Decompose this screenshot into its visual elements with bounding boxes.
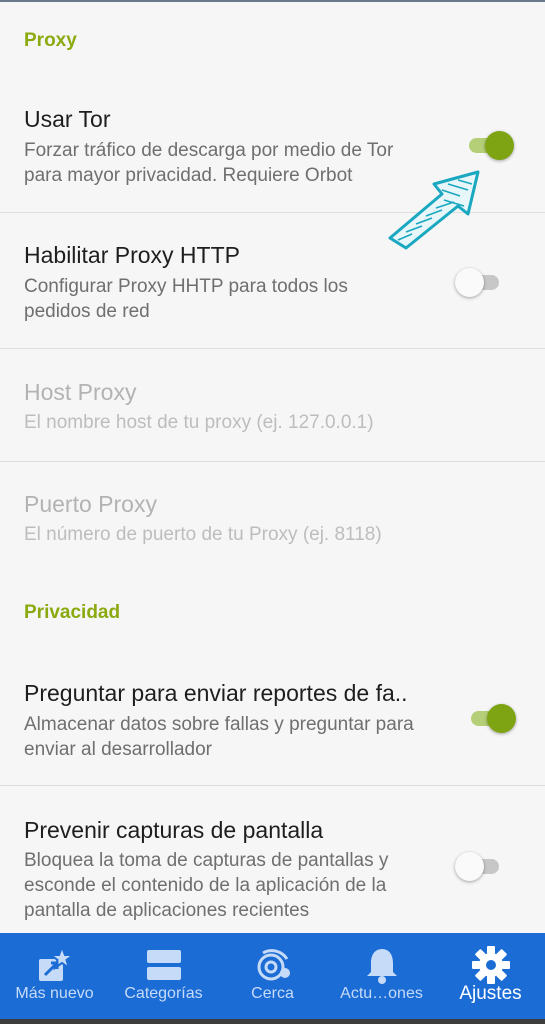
pref-summary: El nombre host de tu proxy (ej. 127.0.0.… [24, 412, 374, 433]
pref-title: Habilitar Proxy HTTP [24, 242, 240, 268]
pref-summary: Almacenar datos sobre fallas y preguntar… [24, 714, 414, 760]
nav-item-latest[interactable]: Más nuevo [0, 933, 109, 1019]
prevent-screenshots-toggle[interactable] [455, 850, 505, 882]
pref-crash-reports[interactable]: Preguntar para enviar reportes de fa.. A… [0, 660, 545, 785]
use-tor-toggle[interactable] [465, 129, 515, 161]
gear-icon [471, 946, 510, 984]
pref-summary: Forzar tráfico de descarga por medio de … [24, 140, 394, 186]
toggle-thumb [487, 704, 516, 733]
pref-proxy-host: Host Proxy El nombre host de tu proxy (e… [0, 349, 545, 461]
pref-title: Usar Tor [24, 106, 111, 132]
toggle-thumb [455, 268, 484, 297]
pref-title: Prevenir capturas de pantalla [24, 817, 324, 843]
nav-label: Categorías [124, 985, 203, 1002]
nav-label: Más nuevo [15, 985, 94, 1002]
toggle-thumb [455, 852, 484, 881]
nav-item-settings[interactable]: Ajustes [436, 933, 545, 1019]
nav-item-categories[interactable]: Categorías [109, 933, 218, 1019]
pref-summary: Bloquea la toma de capturas de pantallas… [24, 850, 389, 921]
top-edge-line [0, 0, 545, 2]
nav-label: Cerca [251, 985, 294, 1002]
bottom-edge [0, 1019, 545, 1024]
categories-icon [146, 950, 181, 980]
crash-reports-toggle[interactable] [467, 702, 517, 734]
pref-title: Preguntar para enviar reportes de fa.. [24, 680, 408, 706]
pref-proxy-port: Puerto Proxy El número de puerto de tu P… [0, 462, 545, 574]
nearby-icon [257, 949, 290, 981]
pref-title: Host Proxy [24, 379, 137, 405]
pref-summary: Configurar Proxy HHTP para todos los ped… [24, 276, 348, 322]
bottom-navigation-bar: Más nuevo Categorías Cerca Actu…ones Aju… [0, 933, 545, 1019]
bell-icon [366, 949, 397, 984]
section-header-proxy: Proxy [24, 30, 77, 51]
nav-item-nearby[interactable]: Cerca [218, 933, 327, 1019]
pref-title: Puerto Proxy [24, 491, 157, 517]
star-box-icon [38, 945, 75, 981]
toggle-thumb [485, 131, 514, 160]
nav-label: Actu…ones [340, 985, 423, 1002]
http-proxy-toggle[interactable] [455, 266, 505, 298]
nav-item-updates[interactable]: Actu…ones [327, 933, 436, 1019]
nav-label: Ajustes [459, 983, 522, 1004]
pref-summary: El número de puerto de tu Proxy (ej. 811… [24, 524, 382, 545]
section-header-privacy: Privacidad [24, 602, 121, 623]
pref-prevent-screenshots[interactable]: Prevenir capturas de pantalla Bloquea la… [0, 786, 545, 933]
annotation-arrow-icon [388, 170, 480, 250]
